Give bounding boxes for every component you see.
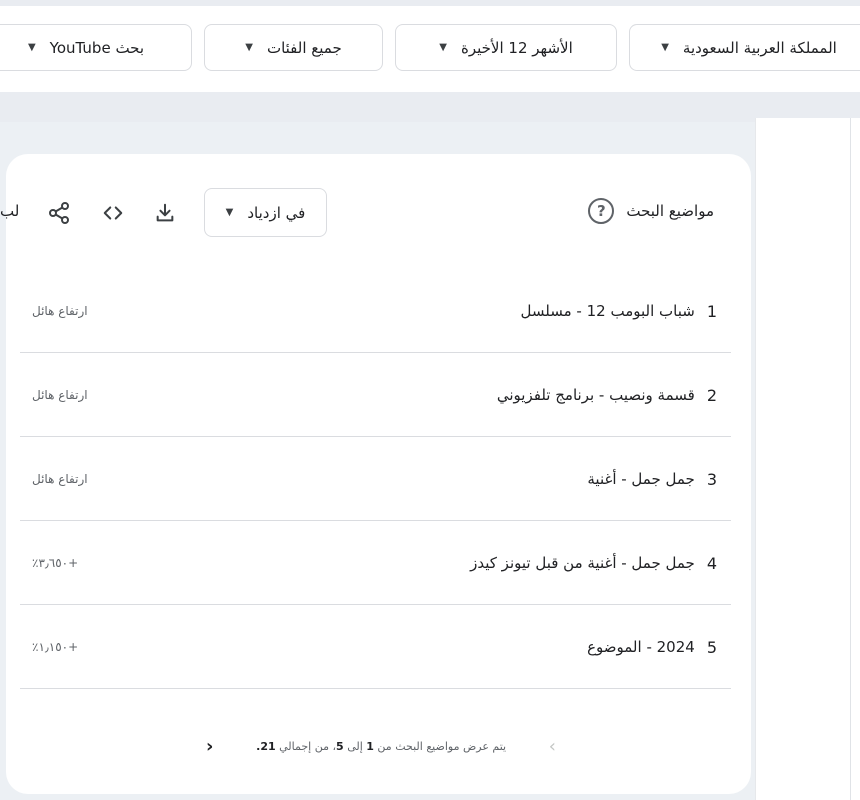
pagination-total: 21: [260, 739, 276, 753]
divider-band: [0, 92, 860, 122]
row-label-group: 4 جمل جمل - أغنية من قبل تيونز كيدز: [470, 521, 717, 605]
right-divider: [850, 118, 851, 800]
row-label[interactable]: جمل جمل - أغنية: [587, 470, 694, 488]
row-label-group: 5 2024 - الموضوع: [587, 605, 717, 689]
row-number: 2: [706, 385, 717, 405]
row-label-group: 2 قسمة ونصيب - برنامج تلفزيوني: [497, 353, 717, 437]
search-type-filter-label: بحث YouTube: [49, 38, 145, 57]
chevron-down-icon: ▼: [27, 42, 36, 53]
row-value: +١٫١٥٠٪: [32, 640, 79, 654]
row-number: 3: [706, 469, 717, 489]
pagination-to: 5: [336, 739, 344, 753]
pagination: › يتم عرض مواضيع البحث من 1 إلى 5، من إج…: [206, 734, 556, 758]
card-header: مواضيع البحث ?: [588, 198, 714, 224]
table-row[interactable]: 3 جمل جمل - أغنية ارتفاع هائل: [20, 437, 731, 521]
table-row[interactable]: 2 قسمة ونصيب - برنامج تلفزيوني ارتفاع ها…: [20, 353, 731, 437]
search-type-filter[interactable]: بحث YouTube ▼: [0, 24, 192, 71]
trend-select[interactable]: في ازدياد ▼: [204, 188, 327, 237]
table-row[interactable]: 5 2024 - الموضوع +١٫١٥٠٪: [20, 605, 731, 689]
search-topics-card: مواضيع البحث ? في ازدياد ▼ لب 1 شباب الب…: [0, 154, 751, 794]
row-label[interactable]: 2024 - الموضوع: [587, 638, 695, 656]
period-filter-label: الأشهر 12 الأخيرة: [460, 38, 573, 57]
chevron-down-icon: ▼: [439, 42, 447, 53]
category-filter[interactable]: جميع الفئات ▼: [204, 24, 383, 71]
help-icon[interactable]: ?: [588, 198, 615, 224]
row-number: 4: [706, 553, 717, 573]
row-value: ارتفاع هائل: [32, 472, 88, 486]
period-filter[interactable]: الأشهر 12 الأخيرة ▼: [395, 24, 617, 71]
pagination-middle2: ، من إجمالي: [275, 739, 337, 753]
pagination-prefix: يتم عرض مواضيع البحث من: [373, 739, 507, 753]
row-number: 5: [706, 637, 717, 657]
row-value: +٣٫٦٥٠٪: [32, 556, 79, 570]
chevron-right-icon[interactable]: ›: [549, 736, 556, 757]
row-label[interactable]: شباب البومب 12 - مسلسل: [521, 302, 695, 320]
row-value: ارتفاع هائل: [32, 304, 88, 318]
row-label[interactable]: جمل جمل - أغنية من قبل تيونز كيدز: [470, 554, 695, 572]
filter-bar: المملكة العربية السعودية ▼ الأشهر 12 الأ…: [0, 6, 860, 92]
chevron-down-icon: ▼: [661, 42, 669, 53]
download-icon[interactable]: [152, 200, 178, 226]
table-row[interactable]: 4 جمل جمل - أغنية من قبل تيونز كيدز +٣٫٦…: [20, 521, 731, 605]
pagination-text: يتم عرض مواضيع البحث من 1 إلى 5، من إجما…: [256, 740, 506, 753]
pagination-from: 1: [366, 739, 374, 753]
share-icon[interactable]: [46, 200, 72, 226]
region-filter[interactable]: المملكة العربية السعودية ▼: [629, 24, 860, 71]
row-value: ارتفاع هائل: [32, 388, 88, 402]
right-panel: [755, 118, 860, 800]
chevron-down-icon: ▼: [225, 207, 234, 218]
chevron-down-icon: ▼: [245, 42, 253, 53]
row-label-group: 3 جمل جمل - أغنية: [587, 437, 717, 521]
card-title: مواضيع البحث: [626, 202, 714, 220]
embed-code-icon[interactable]: [100, 200, 126, 226]
table-row[interactable]: 1 شباب البومب 12 - مسلسل ارتفاع هائل: [20, 269, 731, 353]
pagination-middle1: إلى: [343, 739, 367, 753]
row-label-group: 1 شباب البومب 12 - مسلسل: [521, 269, 717, 353]
chevron-left-icon[interactable]: ‹: [206, 736, 213, 757]
row-label[interactable]: قسمة ونصيب - برنامج تلفزيوني: [497, 386, 695, 404]
category-filter-label: جميع الفئات: [266, 38, 342, 57]
region-filter-label: المملكة العربية السعودية: [682, 38, 837, 57]
more-label: لب: [0, 202, 20, 220]
row-number: 1: [706, 301, 717, 321]
trend-select-label: في ازدياد: [247, 203, 306, 222]
